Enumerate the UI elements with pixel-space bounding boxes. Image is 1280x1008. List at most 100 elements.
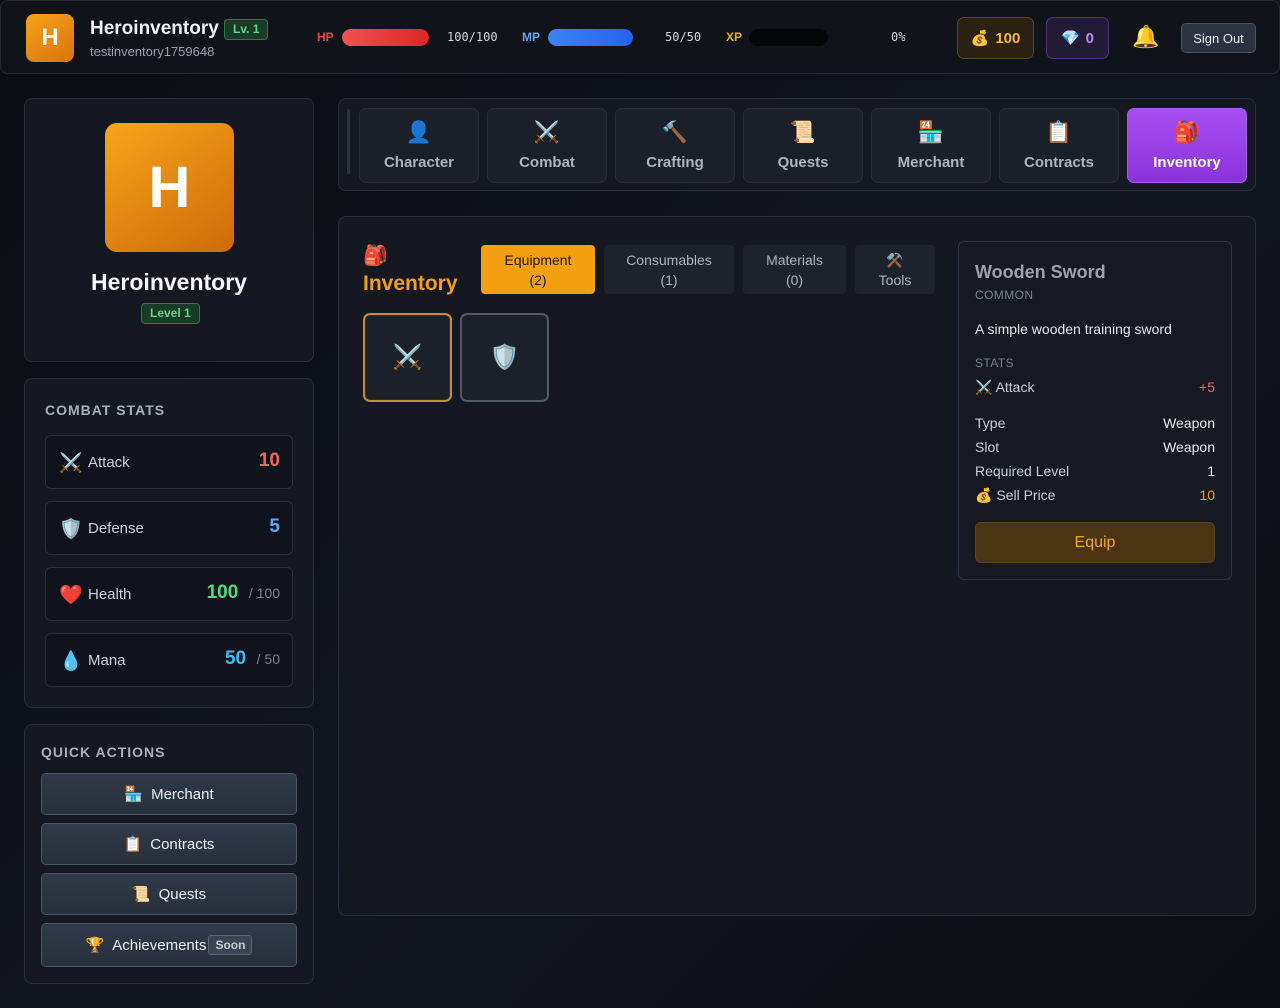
subtab-count: (0): [785, 271, 804, 288]
crossed-swords-icon: ⚔️: [975, 379, 993, 395]
stat-row-defense: 🛡️ Defense 5: [45, 501, 293, 555]
subtab-tools[interactable]: ⚒️ Tools: [855, 245, 935, 294]
row-label-wrap: 💰 Sell Price: [975, 487, 1055, 504]
stat-max: / 100: [248, 585, 280, 601]
row-value: Weapon: [1163, 439, 1215, 455]
stat-value: 50: [224, 648, 247, 669]
tab-quests[interactable]: 📜 Quests: [743, 108, 863, 183]
stat-row-mana: 💧 Mana 50 / 50: [45, 633, 293, 687]
button-label: Achievements: [112, 936, 207, 954]
top-header: H Heroinventory Lv. 1 testinventory17596…: [0, 0, 1280, 74]
subtab-consumables[interactable]: Consumables (1): [604, 245, 734, 294]
hp-label: HP: [317, 30, 334, 44]
row-label: Slot: [975, 439, 1000, 455]
crossed-swords-icon: ⚔️: [59, 453, 83, 474]
row-value: Weapon: [1163, 415, 1215, 431]
trophy-icon: 🏆: [85, 937, 105, 954]
person-icon: 👤: [405, 121, 433, 144]
stat-value: 10: [258, 450, 280, 471]
xp-bar: [749, 29, 828, 46]
profile-card: H Heroinventory Level 1: [24, 98, 314, 362]
stat-value-wrap: 100 / 100: [207, 582, 280, 604]
equip-button[interactable]: Equip: [975, 522, 1215, 563]
backpack-icon: 🎒: [1173, 121, 1201, 144]
subtab-label: Consumables: [626, 251, 712, 268]
row-value: 10: [1199, 487, 1215, 503]
inventory-slot-wooden-sword[interactable]: ⚔️: [363, 313, 452, 402]
stat-value: 5: [269, 516, 280, 537]
tab-label: Combat: [519, 154, 575, 171]
item-required-level-row: Required Level 1: [975, 463, 1215, 483]
profile-level-badge: Level 1: [141, 303, 200, 324]
tab-crafting[interactable]: 🔨 Crafting: [615, 108, 735, 183]
gold-value: 100: [995, 29, 1021, 47]
tab-label: Quests: [777, 154, 829, 171]
username: testinventory1759648: [90, 44, 215, 59]
clipboard-icon: 📋: [123, 836, 143, 853]
sign-out-button[interactable]: Sign Out: [1181, 23, 1256, 53]
level-badge: Lv. 1: [224, 19, 269, 40]
stat-value-wrap: 50 / 50: [225, 648, 280, 670]
crossed-swords-icon: ⚔️: [533, 121, 561, 144]
gem-counter[interactable]: 💎 0: [1046, 17, 1109, 59]
profile-name: Heroinventory: [91, 269, 247, 295]
clipboard-icon: 📋: [1045, 121, 1073, 144]
stat-name: Health: [88, 586, 132, 603]
scroll-icon: 📜: [131, 886, 151, 903]
crossed-swords-icon: ⚔️: [392, 344, 423, 371]
profile-avatar: H: [105, 123, 234, 252]
item-description: A simple wooden training sword: [975, 321, 1172, 337]
item-slot-row: Slot Weapon: [975, 439, 1215, 459]
tab-label: Crafting: [646, 154, 704, 171]
tab-label: Contracts: [1023, 154, 1094, 171]
row-value: 1: [1207, 463, 1215, 479]
stat-row-attack: ⚔️ Attack 10: [45, 435, 293, 489]
item-rarity: COMMON: [975, 288, 1034, 302]
merchant-icon: 🏪: [917, 121, 945, 144]
mp-bar-fill: [548, 29, 633, 46]
soon-badge: Soon: [208, 935, 253, 955]
inventory-title: Inventory: [363, 272, 458, 295]
row-label: Type: [975, 415, 1006, 431]
avatar[interactable]: H: [26, 14, 74, 62]
gem-value: 0: [1085, 29, 1095, 47]
tab-contracts[interactable]: 📋 Contracts: [999, 108, 1119, 183]
tab-character[interactable]: 👤 Character: [359, 108, 479, 183]
row-label: Required Level: [975, 463, 1070, 479]
item-stat-value: +5: [1199, 379, 1215, 395]
tab-inventory[interactable]: 🎒 Inventory: [1127, 108, 1247, 183]
bell-icon[interactable]: 🔔: [1132, 24, 1159, 50]
mp-value: 50/50: [665, 30, 702, 44]
subtab-count: (2): [529, 271, 547, 288]
quick-achievements-button[interactable]: 🏆 Achievements Soon: [41, 923, 297, 967]
gem-icon: 💎: [1060, 30, 1080, 47]
row-label: Sell Price: [996, 487, 1056, 503]
quick-actions-panel: QUICK ACTIONS 🏪 Merchant 📋 Contracts 📜 Q…: [24, 724, 314, 984]
item-type-row: Type Weapon: [975, 415, 1215, 435]
quick-quests-button[interactable]: 📜 Quests: [41, 873, 297, 915]
item-stats-title: STATS: [975, 356, 1014, 370]
quick-contracts-button[interactable]: 📋 Contracts: [41, 823, 297, 865]
tab-label: Merchant: [897, 154, 965, 171]
subtab-equipment[interactable]: Equipment (2): [481, 245, 595, 294]
tabs-scroll-indicator[interactable]: [347, 109, 350, 174]
stat-value: 100: [206, 582, 239, 603]
item-sell-price-row: 💰 Sell Price 10: [975, 487, 1215, 507]
stat-name: Mana: [88, 652, 126, 669]
stat-name: Defense: [88, 520, 144, 537]
subtab-count: (1): [660, 271, 678, 288]
combat-stats-title: COMBAT STATS: [45, 402, 166, 418]
hero-name: Heroinventory: [90, 18, 219, 39]
hp-bar-fill: [342, 29, 429, 46]
subtab-materials[interactable]: Materials (0): [743, 245, 846, 294]
shield-icon: 🛡️: [489, 344, 520, 371]
combat-stats-panel: COMBAT STATS ⚔️ Attack 10 🛡️ Defense 5 ❤…: [24, 378, 314, 708]
tab-combat[interactable]: ⚔️ Combat: [487, 108, 607, 183]
inventory-slot-shield[interactable]: 🛡️: [460, 313, 549, 402]
xp-value: 0%: [891, 30, 906, 44]
tab-merchant[interactable]: 🏪 Merchant: [871, 108, 991, 183]
money-bag-icon: 💰: [975, 487, 993, 503]
quick-merchant-button[interactable]: 🏪 Merchant: [41, 773, 297, 815]
gold-counter[interactable]: 💰 100: [957, 17, 1034, 59]
scroll-icon: 📜: [789, 121, 817, 144]
